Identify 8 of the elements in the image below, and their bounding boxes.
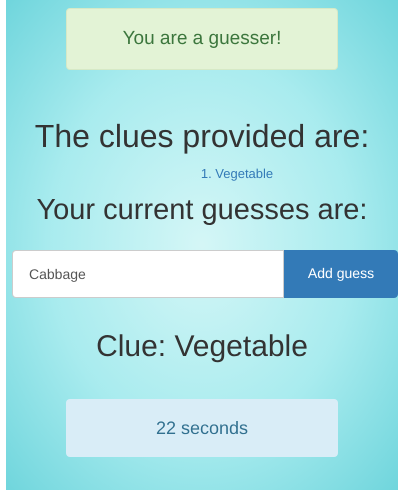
current-clue: Clue: Vegetable [96, 328, 308, 365]
guess-input[interactable]: Cabbage [12, 250, 284, 298]
timer: 22 seconds [66, 399, 338, 458]
clue-item: 1. Vegetable [200, 165, 274, 183]
add-guess-button[interactable]: Add guess [284, 250, 398, 298]
clues-heading: The clues provided are: [34, 117, 370, 156]
role-alert: You are a guesser! [66, 8, 338, 70]
guesses-heading: Your current guesses are: [36, 192, 368, 228]
